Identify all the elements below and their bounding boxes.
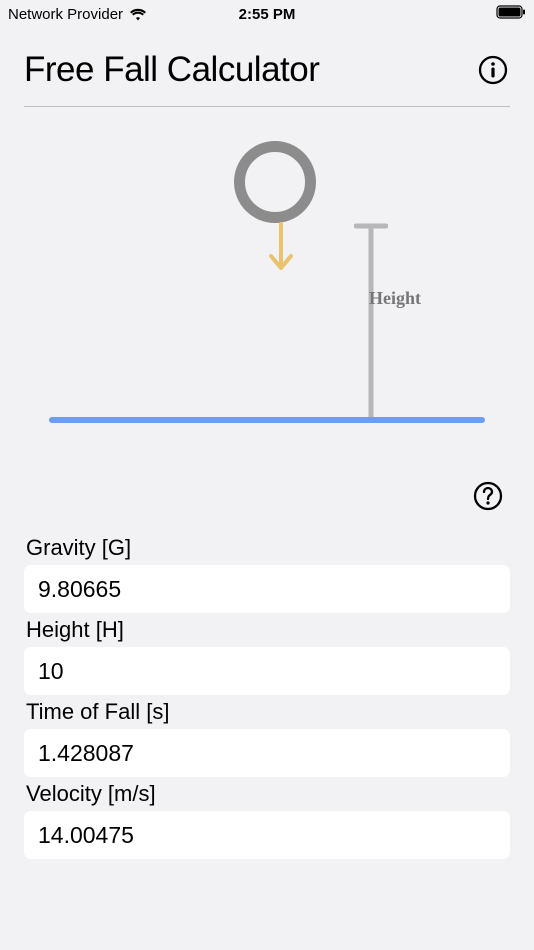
gravity-field-group: Gravity [G] <box>24 535 510 613</box>
help-icon <box>473 481 503 511</box>
time-label: Time of Fall [s] <box>24 699 510 725</box>
ground-line <box>49 417 485 423</box>
height-label: Height <box>369 288 421 309</box>
page-title: Free Fall Calculator <box>24 50 319 90</box>
status-time: 2:55 PM <box>239 6 296 23</box>
velocity-field-group: Velocity [m/s] <box>24 781 510 859</box>
header-divider <box>24 106 510 107</box>
battery-icon <box>496 5 526 19</box>
velocity-input[interactable] <box>24 811 510 859</box>
time-field-group: Time of Fall [s] <box>24 699 510 777</box>
velocity-label: Velocity [m/s] <box>24 781 510 807</box>
gravity-label: Gravity [G] <box>24 535 510 561</box>
freefall-diagram: Height <box>24 125 510 435</box>
height-marker-icon <box>354 223 388 426</box>
height-input[interactable] <box>24 647 510 695</box>
info-button[interactable] <box>476 53 510 87</box>
input-fields: Gravity [G] Height [H] Time of Fall [s] … <box>0 535 534 859</box>
down-arrow-icon <box>267 222 295 279</box>
gravity-input[interactable] <box>24 565 510 613</box>
height-field-group: Height [H] <box>24 617 510 695</box>
height-label: Height [H] <box>24 617 510 643</box>
help-button[interactable] <box>472 480 504 512</box>
status-left: Network Provider <box>8 6 147 23</box>
status-bar: Network Provider 2:55 PM <box>0 0 534 28</box>
status-right <box>496 5 526 23</box>
ball-icon <box>234 141 316 223</box>
app-header: Free Fall Calculator <box>0 28 534 100</box>
wifi-icon <box>129 8 147 21</box>
time-input[interactable] <box>24 729 510 777</box>
info-icon <box>478 55 508 85</box>
network-provider-label: Network Provider <box>8 6 123 23</box>
